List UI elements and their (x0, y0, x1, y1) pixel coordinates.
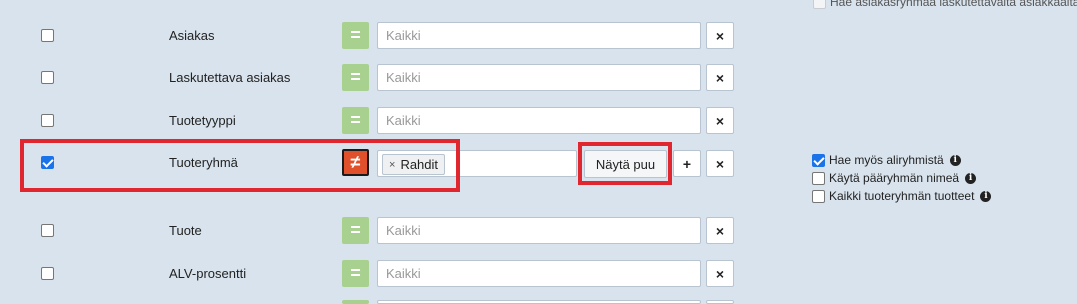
operator-equals-button[interactable] (342, 300, 369, 304)
row-checkbox[interactable] (41, 29, 54, 42)
operator-equals-button[interactable]: = (342, 22, 369, 49)
operator-equals-button[interactable]: = (342, 107, 369, 134)
operator-equals-button[interactable]: = (342, 64, 369, 91)
row-label: ALV-prosentti (169, 266, 247, 281)
row-checkbox[interactable] (41, 114, 54, 127)
row-label: Laskutettava asiakas (169, 70, 291, 85)
clear-icon[interactable]: × (706, 22, 734, 49)
row-checkbox[interactable] (41, 224, 54, 237)
option-label: Kaikki tuoteryhmän tuotteet (829, 189, 975, 203)
info-icon[interactable]: i (965, 172, 977, 184)
clear-icon[interactable] (706, 300, 734, 304)
value-input[interactable]: Kaikki (377, 217, 701, 244)
info-icon[interactable]: i (980, 190, 992, 202)
operator-equals-button[interactable]: = (342, 217, 369, 244)
add-icon[interactable]: + (673, 150, 701, 177)
option-use-parent-name[interactable]: Käytä pääryhmän nimeä i (812, 171, 977, 185)
option-search-subgroups[interactable]: Hae myös aliryhmistä i (812, 153, 961, 167)
row-checkbox[interactable] (41, 71, 54, 84)
top-option-label: Hae asiakasryhmää laskutettavalta asiakk… (830, 0, 1077, 9)
info-icon[interactable]: i (949, 154, 961, 166)
option-checkbox[interactable] (812, 171, 825, 185)
option-checkbox[interactable] (812, 153, 825, 167)
option-checkbox[interactable] (812, 189, 825, 203)
clear-icon[interactable]: × (706, 150, 734, 177)
row-checkbox[interactable] (41, 267, 54, 280)
clear-icon[interactable]: × (706, 217, 734, 244)
value-input[interactable]: Kaikki (377, 22, 701, 49)
clear-icon[interactable]: × (706, 260, 734, 287)
highlight-box-show-tree (578, 142, 672, 185)
clear-icon[interactable]: × (706, 107, 734, 134)
row-label: Tuotetyyppi (169, 113, 236, 128)
option-label: Hae myös aliryhmistä (829, 153, 944, 167)
row-label: Asiakas (169, 28, 215, 43)
row-label: Tuote (169, 223, 202, 238)
value-input[interactable]: Kaikki (377, 64, 701, 91)
option-label: Käytä pääryhmän nimeä (829, 171, 960, 185)
value-input[interactable] (377, 300, 701, 304)
clear-icon[interactable]: × (706, 64, 734, 91)
highlight-box-row (20, 139, 460, 192)
operator-equals-button[interactable]: = (342, 260, 369, 287)
top-option-checkbox[interactable] (813, 0, 826, 9)
value-input[interactable]: Kaikki (377, 260, 701, 287)
value-input[interactable]: Kaikki (377, 107, 701, 134)
option-all-group-products[interactable]: Kaikki tuoteryhmän tuotteet i (812, 189, 992, 203)
